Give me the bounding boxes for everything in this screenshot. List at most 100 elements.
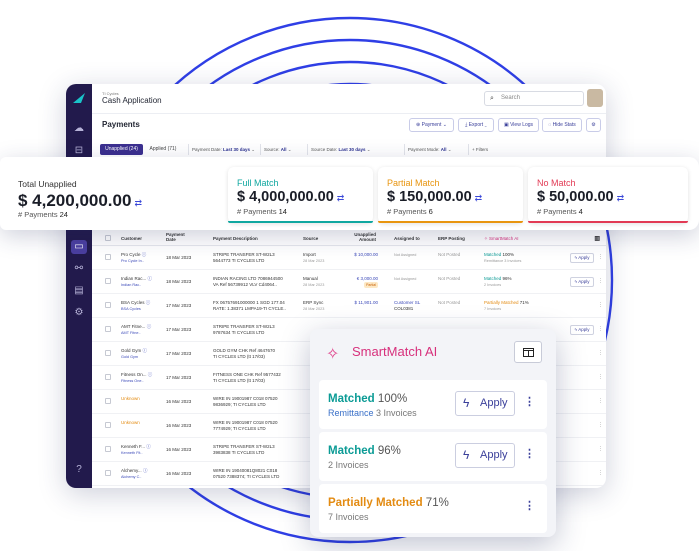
customer-cell[interactable]: Pro Cycle ⓘ Pro Cycle In.. [121, 252, 146, 264]
apply-button[interactable]: ϟ Apply [570, 253, 594, 263]
payments-nav-icon[interactable]: ▭ [71, 240, 87, 254]
add-filters-button[interactable]: + Filters [468, 144, 488, 155]
row-checkbox[interactable] [105, 446, 111, 452]
apply-button[interactable]: ϟ Apply [455, 443, 515, 468]
row-checkbox[interactable] [105, 254, 111, 260]
settings-icon[interactable]: ⚙ [71, 306, 87, 320]
assigned-cell[interactable]: Not Assigned [394, 252, 416, 258]
more-options-icon[interactable]: ⋮ [598, 374, 603, 380]
panel-toggle-button[interactable] [514, 341, 542, 363]
more-options-icon[interactable]: ⋮ [598, 422, 603, 428]
customer-cell[interactable]: Fitness On... ⓘ Fitness One.. [121, 372, 152, 384]
row-checkbox[interactable] [105, 278, 111, 284]
avatar[interactable] [587, 89, 603, 107]
select-all-checkbox[interactable] [105, 235, 111, 241]
info-icon: ⓘ [146, 324, 152, 329]
more-options-icon[interactable]: ⋮ [598, 470, 603, 476]
apply-button[interactable]: ϟ Apply [570, 325, 594, 335]
col-source[interactable]: Source [303, 236, 318, 241]
payment-mode-filter[interactable]: Payment Mode: All ⌄ [404, 144, 452, 155]
info-icon: ⓘ [141, 252, 147, 257]
customer-cell[interactable]: Alchemy... ⓘ Alchemy C.. [121, 468, 147, 480]
more-options-icon[interactable]: ⋮ [598, 302, 603, 308]
col-assigned-to[interactable]: Assigned to [394, 236, 420, 241]
description-cell: WIRE IN 19001987 C018 07520 9836929; TI C… [213, 396, 278, 407]
stat-no-match[interactable]: No Match $ 50,000.00 ⇄ # Payments 4 [528, 167, 688, 223]
customer-cell[interactable]: Indian Rac... ⓘ Indian Rac.. [121, 276, 152, 288]
smartmatch-cell[interactable]: Partially Matched 71% 7 Invoices [484, 300, 529, 312]
view-logs-button[interactable]: ▣ View Logs [498, 118, 539, 132]
apply-button[interactable]: ϟ Apply [455, 391, 515, 416]
col-payment-date[interactable]: Payment Date [166, 232, 190, 242]
assigned-cell[interactable]: Customer SL COL0381 [394, 300, 420, 312]
col-customer[interactable]: Customer [121, 236, 142, 241]
table-row[interactable]: Indian Rac... ⓘ Indian Rac.. 18 Mar 2023 IN… [92, 271, 606, 294]
row-checkbox[interactable] [105, 470, 111, 476]
smartmatch-cell[interactable]: Matched 96% 2 Invoices [484, 276, 512, 288]
match-card[interactable]: Partially Matched 71% 7 Invoices ⋮ [319, 484, 547, 533]
smartmatch-popup: ✧ SmartMatch AI Matched 100% Remittance … [310, 329, 556, 537]
payment-date-cell: 18 Mar 2023 [166, 255, 192, 260]
col-description[interactable]: Payment Description [213, 236, 258, 241]
sync-icon: ⇄ [616, 193, 625, 203]
payment-button[interactable]: ⊕ Payment ⌄ [409, 118, 454, 132]
row-checkbox[interactable] [105, 302, 111, 308]
cloud-icon[interactable]: ☁ [71, 122, 87, 136]
row-checkbox[interactable] [105, 374, 111, 380]
table-row[interactable]: BSA Cycles ⓘ BSA Cycles 17 Mar 2023 FX 0675… [92, 295, 606, 318]
customer-cell[interactable]: AMT Fitne... ⓘ AMT Fitne.. [121, 324, 151, 336]
export-button[interactable]: ⤓ Export ⌄ [458, 118, 494, 132]
hide-stats-button[interactable]: ◌ Hide Stats [542, 118, 582, 132]
columns-icon[interactable]: ▥ [594, 235, 600, 242]
more-options-icon[interactable]: ⋮ [524, 447, 535, 460]
erp-posting-cell: Not Posted [438, 276, 461, 281]
row-checkbox[interactable] [105, 326, 111, 332]
more-options-icon[interactable]: ⋮ [598, 398, 603, 404]
help-icon[interactable]: ? [71, 463, 87, 477]
source-date-filter[interactable]: Source Date: Last 30 days ⌄ [307, 144, 371, 155]
col-smartmatch[interactable]: ✧ SmartMatch AI [484, 236, 519, 242]
customer-cell[interactable]: Unknown [121, 396, 140, 402]
payment-date-filter[interactable]: Payment Date: Last 30 days ⌄ [188, 144, 255, 155]
customer-cell[interactable]: Unknown [121, 420, 140, 426]
more-options-icon[interactable]: ⋮ [598, 446, 603, 452]
stat-partial-match[interactable]: Partial Match $ 150,000.00 ⇄ # Payments 6 [378, 167, 523, 223]
source-cell: ERP Sync 28 Mar 2023 [303, 300, 325, 311]
customer-cell[interactable]: Gold Gym ⓘ Gold Gym [121, 348, 147, 360]
more-options-icon[interactable]: ⋮ [598, 350, 603, 356]
description-cell: GOLD GYM CHK Ref 4647670 TI CYCLES LTD (t… [213, 348, 276, 359]
more-options-icon[interactable]: ⋮ [524, 395, 535, 408]
smartmatch-cell[interactable]: Matched 100% Remittance 3 Invoices [484, 252, 521, 264]
gear-icon[interactable]: ⚙ [586, 118, 601, 132]
source-filter[interactable]: Source: All ⌄ [260, 144, 292, 155]
stat-full-match[interactable]: Full Match $ 4,000,000.00 ⇄ # Payments 14 [228, 167, 373, 223]
row-checkbox[interactable] [105, 422, 111, 428]
stat-label: Full Match [237, 178, 279, 188]
workflow-icon[interactable]: ⚯ [71, 262, 87, 276]
match-card[interactable]: Matched 100% Remittance 3 Invoices ϟ Appl… [319, 380, 547, 429]
more-options-icon[interactable]: ⋮ [524, 499, 535, 512]
row-checkbox[interactable] [105, 398, 111, 404]
tab-applied[interactable]: Applied (71) [145, 144, 181, 155]
more-options-icon[interactable]: ⋮ [598, 278, 603, 284]
stat-payments: # Payments 24 [18, 210, 68, 219]
col-unapplied-amount[interactable]: Unapplied Amount [348, 232, 376, 242]
apply-button[interactable]: ϟ Apply [570, 277, 594, 287]
description-cell: FX 06757691000000 1 SGD 177.04 RATE: 1.38… [213, 300, 286, 311]
source-cell: Manual 28 Mar 2023 [303, 276, 325, 287]
more-options-icon[interactable]: ⋮ [598, 254, 603, 260]
customer-cell[interactable]: BSA Cycles ⓘ BSA Cycles [121, 300, 150, 312]
tab-unapplied[interactable]: Unapplied (24) [100, 144, 143, 155]
match-card[interactable]: Matched 96% 2 Invoices ϟ Apply ⋮ [319, 432, 547, 481]
customer-cell[interactable]: Kenneth F... ⓘ Kenneth Fit.. [121, 444, 151, 456]
search-input[interactable]: ⌕ Search [484, 91, 584, 106]
document-icon[interactable]: ▤ [71, 284, 87, 298]
assigned-cell[interactable]: Not Assigned [394, 276, 416, 282]
table-row[interactable]: Pro Cycle ⓘ Pro Cycle In.. 18 Mar 2023 STRI… [92, 247, 606, 270]
panel-icon [523, 348, 534, 357]
col-erp-posting[interactable]: ERP Posting [438, 236, 465, 241]
row-checkbox[interactable] [105, 350, 111, 356]
more-options-icon[interactable]: ⋮ [598, 326, 603, 332]
page-header: Payments ⊕ Payment ⌄ ⤓ Export ⌄ ▣ View L… [92, 114, 606, 136]
inbox-icon[interactable]: ⊟ [71, 144, 87, 158]
